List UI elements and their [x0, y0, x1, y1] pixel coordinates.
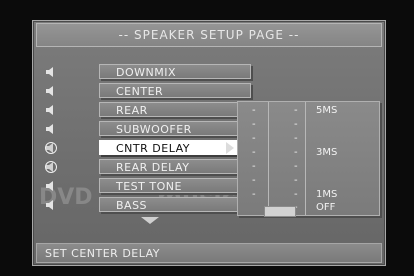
- delay-value-panel[interactable]: - - 5MS - - - - - - 3MS - - - - - - 1MS …: [237, 101, 380, 217]
- speaker-delay-icon: [45, 161, 57, 173]
- speaker-icon: [46, 67, 53, 77]
- value-row[interactable]: - -: [238, 132, 379, 146]
- value-tick-right: -: [294, 161, 298, 172]
- value-tick-left: -: [252, 189, 256, 200]
- value-row[interactable]: - - 3MS: [238, 146, 379, 160]
- menu-item-rear[interactable]: REAR: [99, 102, 251, 117]
- value-tick-right: -: [294, 147, 298, 158]
- value-tick-right: -: [294, 105, 298, 116]
- value-tick-right: -: [294, 119, 298, 130]
- value-tick-right: -: [294, 133, 298, 144]
- chevron-down-icon[interactable]: [141, 217, 159, 224]
- menu-item-center[interactable]: CENTER: [99, 83, 251, 98]
- value-row[interactable]: - - 5MS: [238, 104, 379, 118]
- chevron-right-icon: [226, 142, 234, 154]
- speaker-delay-icon: [45, 142, 57, 154]
- value-tick-left: -: [252, 147, 256, 158]
- menu-item-subwoofer[interactable]: SUBWOOFER: [99, 121, 251, 136]
- value-label: 5MS: [316, 105, 338, 116]
- value-tick-left: -: [252, 161, 256, 172]
- value-tick-left: -: [252, 133, 256, 144]
- page-title: -- SPEAKER SETUP PAGE --: [36, 23, 382, 47]
- slider-knob[interactable]: [264, 206, 296, 217]
- osd-screen: -- SPEAKER SETUP PAGE -- DVD music MP3 D…: [32, 20, 386, 266]
- value-label: 1MS: [316, 189, 338, 200]
- status-text: SET CENTER DELAY: [45, 247, 161, 260]
- value-label: OFF: [316, 202, 336, 213]
- speaker-icon: [46, 124, 53, 134]
- speaker-icon: [46, 86, 53, 96]
- value-row[interactable]: - -: [238, 118, 379, 132]
- value-row[interactable]: - - 1MS: [238, 188, 379, 202]
- value-tick-right: -: [294, 175, 298, 186]
- status-bar: SET CENTER DELAY: [36, 243, 382, 263]
- menu-item-rear-delay[interactable]: REAR DELAY: [99, 159, 251, 174]
- value-row[interactable]: - -: [238, 160, 379, 174]
- value-row[interactable]: - -: [238, 174, 379, 188]
- menu-item-test-tone[interactable]: TEST TONE: [99, 178, 251, 193]
- value-label: 3MS: [316, 147, 338, 158]
- page-title-text: -- SPEAKER SETUP PAGE --: [118, 28, 300, 42]
- value-tick-left: -: [252, 119, 256, 130]
- speaker-icon: [46, 105, 53, 115]
- speaker-icon: [46, 181, 53, 191]
- value-tick-right: -: [294, 189, 298, 200]
- speaker-icon: [46, 200, 53, 210]
- menu-item-downmix[interactable]: DOWNMIX: [99, 64, 251, 79]
- value-row[interactable]: - OFF: [238, 201, 379, 215]
- menu-item-bass[interactable]: BASS: [99, 197, 251, 212]
- value-tick-left: -: [252, 175, 256, 186]
- value-tick-left: -: [252, 105, 256, 116]
